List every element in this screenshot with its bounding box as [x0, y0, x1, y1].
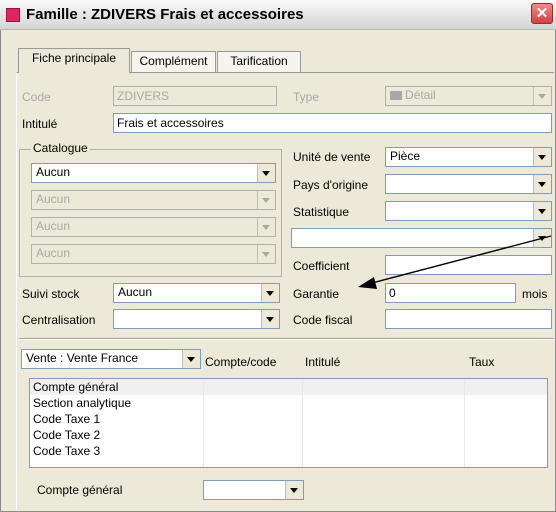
type-value: Détail [405, 88, 436, 102]
chevron-down-icon [533, 148, 551, 166]
code-field: ZDIVERS [113, 86, 277, 106]
code-fiscal-field[interactable] [385, 309, 552, 329]
code-label: Code [22, 90, 51, 104]
compte-general-label: Compte général [37, 483, 123, 497]
chevron-down-icon [533, 229, 551, 247]
catalogue-value-3: Aucun [36, 219, 71, 233]
type-label: Type [293, 90, 320, 104]
list-item[interactable]: Compte général [30, 379, 547, 395]
column-taux: Taux [469, 355, 495, 369]
pays-origine-label: Pays d'origine [293, 178, 368, 192]
vente-mode-value: Vente : Vente France [26, 351, 139, 365]
column-compte-code: Compte/code [205, 355, 277, 369]
chevron-down-icon [285, 481, 303, 499]
famille-icon [6, 8, 20, 22]
type-select: Détail [385, 86, 552, 106]
garantie-field[interactable]: 0 [385, 283, 516, 303]
tab-complement[interactable]: Complément [131, 51, 216, 72]
chevron-down-icon [257, 218, 275, 236]
chevron-down-icon [257, 191, 275, 209]
chevron-down-icon [533, 175, 551, 193]
unite-vente-label: Unité de vente [293, 150, 371, 164]
column-divider [464, 379, 465, 467]
centralisation-select[interactable] [113, 309, 280, 329]
statistique-label: Statistique [293, 205, 350, 219]
separator [19, 338, 554, 340]
catalogue-value-4: Aucun [36, 246, 71, 260]
catalogue-value-1: Aucun [36, 165, 71, 179]
suivi-stock-select[interactable]: Aucun [113, 283, 280, 303]
type-dropdown-arrow-icon [533, 87, 551, 105]
column-divider [203, 379, 204, 467]
window-title: Famille : ZDIVERS Frais et accessoires [26, 6, 304, 23]
centralisation-label: Centralisation [22, 313, 96, 327]
list-item[interactable]: Code Taxe 3 [30, 443, 547, 459]
intitule-label: Intitulé [22, 117, 58, 131]
list-item[interactable]: Section analytique [30, 395, 547, 411]
chevron-down-icon [182, 350, 200, 368]
chevron-down-icon [533, 202, 551, 220]
extra-select[interactable] [291, 228, 552, 248]
statistique-select[interactable] [385, 201, 552, 221]
close-button[interactable]: ✕ [531, 3, 553, 24]
column-intitule: Intitulé [305, 355, 341, 369]
tab-fiche-principale[interactable]: Fiche principale [18, 48, 130, 73]
unite-vente-select[interactable]: Pièce [385, 147, 552, 167]
compte-general-select[interactable] [203, 480, 304, 500]
column-divider [302, 379, 303, 467]
garantie-unit: mois [522, 287, 548, 301]
catalogue-select-4: Aucun [31, 244, 276, 264]
pays-origine-select[interactable] [385, 174, 552, 194]
catalogue-value-2: Aucun [36, 192, 71, 206]
catalogue-group-title: Catalogue [31, 141, 90, 155]
chevron-down-icon [257, 164, 275, 182]
accounts-list[interactable]: Compte général Section analytique Code T… [29, 378, 548, 468]
chevron-down-icon [261, 284, 279, 302]
code-fiscal-label: Code fiscal [293, 313, 353, 327]
catalogue-select-1[interactable]: Aucun [31, 163, 276, 183]
tab-tarification[interactable]: Tarification [217, 51, 301, 72]
chevron-down-icon [257, 245, 275, 263]
list-item[interactable]: Code Taxe 2 [30, 427, 547, 443]
catalogue-select-2: Aucun [31, 190, 276, 210]
chevron-down-icon [261, 310, 279, 328]
coefficient-label: Coefficient [293, 259, 350, 273]
catalogue-select-3: Aucun [31, 217, 276, 237]
vente-mode-select[interactable]: Vente : Vente France [21, 349, 201, 369]
suivi-stock-label: Suivi stock [22, 287, 80, 301]
list-item[interactable]: Code Taxe 1 [30, 411, 547, 427]
suivi-stock-value: Aucun [118, 285, 153, 299]
folder-icon [390, 91, 402, 101]
intitule-field[interactable]: Frais et accessoires [113, 113, 552, 133]
garantie-label: Garantie [293, 287, 340, 301]
title-bar[interactable]: Famille : ZDIVERS Frais et accessoires ✕ [0, 0, 556, 30]
unite-vente-value: Pièce [390, 149, 421, 163]
coefficient-field[interactable] [385, 255, 552, 275]
